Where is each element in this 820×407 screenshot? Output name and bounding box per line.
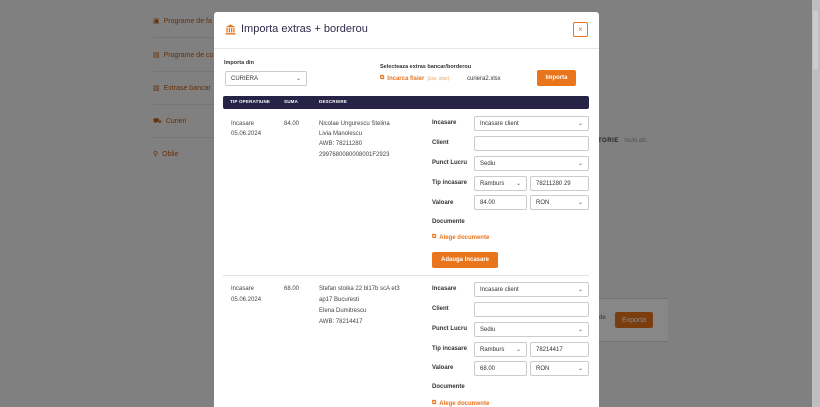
chevron-down-icon: ⌄ <box>295 76 301 82</box>
valoare-label: Valoare <box>432 365 454 371</box>
currency-select[interactable]: RON ⌄ <box>530 195 589 210</box>
column-header-amount: SUMA <box>284 99 299 104</box>
chevron-down-icon: ⌄ <box>515 347 521 353</box>
documente-label: Documente <box>432 384 465 390</box>
page-scrollbar-thumb[interactable] <box>813 10 818 70</box>
select-file-label: Selecteaza extras bancar/borderou <box>380 64 472 70</box>
modal-title-text: Importa extras + borderou <box>241 23 368 35</box>
row-type: Incasare <box>231 286 255 292</box>
add-incasare-button[interactable]: Adauga Incasare <box>432 252 498 268</box>
modal-header: Importa extras + borderou × <box>214 12 599 49</box>
row-desc-line: ap17 Bucuresti <box>319 297 360 303</box>
paperclip-icon: ⧉ <box>432 400 437 406</box>
file-name: curiera2.xlsx <box>467 76 501 82</box>
chevron-down-icon: ⌄ <box>577 327 583 333</box>
row-amount: 68.00 <box>284 286 300 292</box>
incasare-select[interactable]: Incasare client ⌄ <box>474 282 589 297</box>
punct-lucru-select[interactable]: Sediu ⌄ <box>474 322 589 337</box>
row-date: 05.06.2024 <box>231 131 262 137</box>
tip-incasare-select[interactable]: Ramburs ⌄ <box>474 176 527 191</box>
chevron-down-icon: ⌄ <box>577 366 583 372</box>
modal-title: Importa extras + borderou <box>225 23 368 35</box>
import-modal: Importa extras + borderou × Importa din … <box>214 12 599 407</box>
tip-incasare-label: Tip incasare <box>432 346 467 352</box>
choose-documents-link[interactable]: ⧉ Alege documente <box>432 234 489 241</box>
row-desc-line: 2997680080008001F2923 <box>319 152 390 158</box>
chevron-down-icon: ⌄ <box>577 200 583 206</box>
client-label: Client <box>432 140 449 146</box>
chevron-down-icon: ⌄ <box>577 121 583 127</box>
client-input[interactable] <box>474 302 589 317</box>
row-desc-line: AWB: 78214417 <box>319 319 363 325</box>
tip-incasare-ref-input[interactable]: 78211280 29 <box>530 176 589 191</box>
incasare-label: Incasare <box>432 120 457 126</box>
valoare-label: Valoare <box>432 200 454 206</box>
paperclip-icon: ⧉ <box>380 75 385 81</box>
row-desc-line: Elena Dumitrescu <box>319 308 367 314</box>
row-desc-line: Stefan stoika 22 bl17b scA et3 <box>319 286 400 292</box>
row-desc-line: AWB: 78211280 <box>319 141 363 147</box>
documente-label: Documente <box>432 219 465 225</box>
row-divider <box>223 275 589 276</box>
valoare-input[interactable]: 68.00 <box>474 361 527 376</box>
bank-icon <box>225 23 236 35</box>
row-amount: 84.00 <box>284 121 300 127</box>
row-date: 05.06.2024 <box>231 297 262 303</box>
row-desc-line: Livia Manolescu <box>319 131 363 137</box>
chevron-down-icon: ⌄ <box>577 287 583 293</box>
punct-lucru-label: Punct Lucru <box>432 160 468 166</box>
punct-lucru-label: Punct Lucru <box>432 326 468 332</box>
upload-file-link[interactable]: ⧉ Incarca fisier (csv, xlsx) <box>380 75 449 82</box>
tip-incasare-ref-input[interactable]: 78214417 <box>530 342 589 357</box>
row-desc-line: Nicolae Ungurescu Stelina <box>319 121 390 127</box>
punct-lucru-select[interactable]: Sediu ⌄ <box>474 156 589 171</box>
tip-incasare-select[interactable]: Ramburs ⌄ <box>474 342 527 357</box>
currency-select[interactable]: RON ⌄ <box>530 361 589 376</box>
column-header-type: TIP OPERATIUNE <box>230 99 271 104</box>
close-button[interactable]: × <box>573 22 588 37</box>
row-type: Incasare <box>231 121 255 127</box>
valoare-input[interactable]: 84.00 <box>474 195 527 210</box>
choose-documents-link[interactable]: ⧉ Alege documente <box>432 400 489 407</box>
table-header: TIP OPERATIUNE SUMA DESCRIERE <box>223 96 589 109</box>
client-input[interactable] <box>474 136 589 151</box>
tip-incasare-label: Tip incasare <box>432 180 467 186</box>
column-header-description: DESCRIERE <box>319 99 348 104</box>
close-icon: × <box>578 25 583 34</box>
incasare-select[interactable]: Incasare client ⌄ <box>474 116 589 131</box>
import-button[interactable]: Importa <box>537 70 576 86</box>
client-label: Client <box>432 306 449 312</box>
chevron-down-icon: ⌄ <box>577 161 583 167</box>
chevron-down-icon: ⌄ <box>515 181 521 187</box>
import-from-label: Importa din <box>224 60 254 66</box>
import-from-select[interactable]: CURIERA ⌄ <box>225 71 307 86</box>
incasare-label: Incasare <box>432 286 457 292</box>
paperclip-icon: ⧉ <box>432 234 437 240</box>
